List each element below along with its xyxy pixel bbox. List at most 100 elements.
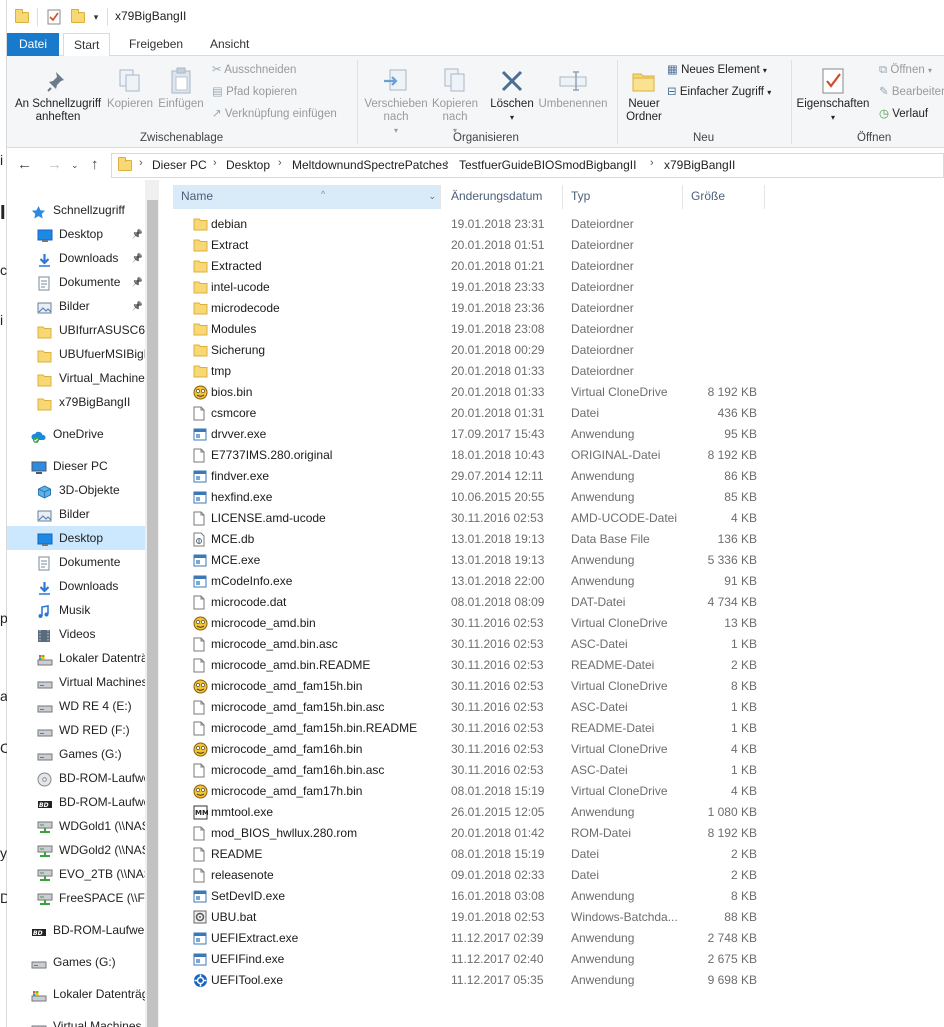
delete-button[interactable]: Löschen ▾ (485, 66, 539, 124)
column-header-name[interactable]: Name ^ ⌄ (173, 185, 441, 209)
nav-item[interactable]: OneDrive (7, 422, 145, 446)
copy-button[interactable]: Kopieren (105, 66, 155, 111)
history-button[interactable]: ◷ Verlauf (879, 104, 928, 124)
paste-shortcut-button[interactable]: ↗ Verknüpfung einfügen (212, 104, 337, 124)
tab-ansicht[interactable]: Ansicht (200, 33, 259, 56)
file-row[interactable]: microdecode 19.01.2018 23:36 Dateiordner (159, 298, 944, 319)
breadcrumb-item[interactable]: x79BigBangII (664, 158, 735, 172)
file-row[interactable]: csmcore 20.01.2018 01:31 Datei 436 KB (159, 403, 944, 424)
file-row[interactable]: microcode_amd_fam16h.bin.asc 30.11.2016 0… (159, 760, 944, 781)
pin-quick-access-button[interactable]: An Schnellzugriff anheften (9, 66, 107, 124)
file-row[interactable]: findver.exe 29.07.2014 12:11 Anwendung 86 K… (159, 466, 944, 487)
easy-access-button[interactable]: ⊟ Einfacher Zugriff ▾ (667, 82, 771, 102)
nav-item[interactable]: Downloads (7, 574, 145, 598)
breadcrumb-item[interactable]: MeltdownundSpectrePatches (292, 158, 448, 172)
nav-item[interactable]: FreeSPACE (\\Fre (7, 886, 145, 910)
file-row[interactable]: microcode_amd_fam15h.bin.README 30.11.201… (159, 718, 944, 739)
file-row[interactable]: mCodeInfo.exe 13.01.2018 22:00 Anwendung 91… (159, 571, 944, 592)
recent-locations-chevron-icon[interactable]: ⌄ (71, 160, 79, 171)
breadcrumb-separator-icon[interactable]: › (278, 157, 282, 169)
back-arrow-icon[interactable]: ← (17, 156, 32, 173)
file-row[interactable]: microcode.dat 08.01.2018 08:09 DAT-Datei 4 … (159, 592, 944, 613)
file-row[interactable]: Extracted 20.01.2018 01:21 Dateiordner (159, 256, 944, 277)
nav-item[interactable]: Bilder (7, 502, 145, 526)
nav-item[interactable]: Videos (7, 622, 145, 646)
breadcrumb-separator-icon[interactable]: › (213, 157, 217, 169)
file-row[interactable]: tmp 20.01.2018 01:33 Dateiordner (159, 361, 944, 382)
properties-quick-icon[interactable] (45, 8, 63, 26)
file-row[interactable]: Sicherung 20.01.2018 00:29 Dateiordner (159, 340, 944, 361)
nav-item[interactable]: Games (G:) (7, 950, 145, 974)
file-row[interactable]: UBU.bat 19.01.2018 02:53 Windows-Batchda..… (159, 907, 944, 928)
breadcrumb-separator-icon[interactable]: › (650, 157, 654, 169)
nav-item[interactable]: Musik (7, 598, 145, 622)
file-row[interactable]: microcode_amd_fam16h.bin 30.11.2016 02:53… (159, 739, 944, 760)
file-row[interactable]: microcode_amd_fam15h.bin.asc 30.11.2016 0… (159, 697, 944, 718)
nav-item[interactable]: WDGold1 (\\NAS (7, 814, 145, 838)
nav-item[interactable]: WDGold2 (\\NAS (7, 838, 145, 862)
cut-button[interactable]: ✂ Ausschneiden (212, 60, 296, 80)
properties-button[interactable]: Eigenschaften ▾ (793, 66, 873, 124)
nav-item[interactable]: Dokumente 📌 (7, 270, 145, 294)
column-header-size[interactable]: Größe (683, 185, 765, 209)
tab-datei[interactable]: Datei (7, 33, 59, 56)
column-filter-chevron-icon[interactable]: ⌄ (428, 185, 436, 207)
tab-freigeben[interactable]: Freigeben (119, 33, 193, 56)
nav-item[interactable]: WD RED (F:) (7, 718, 145, 742)
file-row[interactable]: README 08.01.2018 15:19 Datei 2 KB (159, 844, 944, 865)
quick-access-dropdown-icon[interactable]: ▾ (89, 8, 103, 26)
up-arrow-icon[interactable]: ↑ (91, 156, 99, 173)
nav-scrollbar-thumb[interactable] (147, 200, 158, 1027)
file-row[interactable]: microcode_amd_fam15h.bin 30.11.2016 02:53… (159, 676, 944, 697)
paste-button[interactable]: Einfügen (155, 66, 207, 111)
column-header-date[interactable]: Änderungsdatum (443, 185, 563, 209)
file-row[interactable]: SetDevID.exe 16.01.2018 03:08 Anwendung 8 K… (159, 886, 944, 907)
breadcrumb-item[interactable]: TestfuerGuideBIOSmodBigbangII (459, 158, 636, 172)
file-row[interactable]: microcode_amd.bin 30.11.2016 02:53 Virtual… (159, 613, 944, 634)
nav-item[interactable]: Desktop (7, 526, 145, 550)
file-row[interactable]: UEFIFind.exe 11.12.2017 02:40 Anwendung 2 6… (159, 949, 944, 970)
nav-item[interactable]: BD-ROM-Laufwe (7, 766, 145, 790)
breadcrumb-item[interactable]: Desktop (226, 158, 270, 172)
nav-item[interactable]: Virtual_Machine (7, 366, 145, 390)
nav-item[interactable]: Downloads 📌 (7, 246, 145, 270)
copy-to-button[interactable]: Kopieren nach ▾ (429, 66, 481, 137)
nav-item[interactable]: UBUfuerMSIBigB (7, 342, 145, 366)
nav-item[interactable]: Schnellzugriff (7, 198, 145, 222)
file-row[interactable]: microcode_amd_fam17h.bin 08.01.2018 15:19… (159, 781, 944, 802)
file-row[interactable]: Extract 20.01.2018 01:51 Dateiordner (159, 235, 944, 256)
edit-button[interactable]: ✎ Bearbeiten (879, 82, 944, 102)
file-row[interactable]: mod_BIOS_hwllux.280.rom 20.01.2018 01:42 R… (159, 823, 944, 844)
nav-item[interactable]: UBIfurrASUSC61... (7, 318, 145, 342)
file-row[interactable]: hexfind.exe 10.06.2015 20:55 Anwendung 85 K… (159, 487, 944, 508)
address-box[interactable]: › Dieser PC › Desktop › MeltdownundSpect… (111, 153, 944, 178)
file-row[interactable]: UEFIExtract.exe 11.12.2017 02:39 Anwendung… (159, 928, 944, 949)
file-row[interactable]: microcode_amd.bin.asc 30.11.2016 02:53 ASC… (159, 634, 944, 655)
copy-path-button[interactable]: ▤ Pfad kopieren (212, 82, 297, 102)
breadcrumb-item[interactable]: Dieser PC (152, 158, 207, 172)
column-header-type[interactable]: Typ (563, 185, 683, 209)
file-row[interactable]: E7737IMS.280.original 18.01.2018 10:43 ORI… (159, 445, 944, 466)
nav-item[interactable]: Virtual Machines (7, 670, 145, 694)
open-button[interactable]: ⧉ Öffnen ▾ (879, 60, 932, 80)
rename-button[interactable]: Umbenennen (537, 66, 609, 111)
file-row[interactable]: intel-ucode 19.01.2018 23:33 Dateiordner (159, 277, 944, 298)
tab-start[interactable]: Start (63, 33, 111, 57)
file-row[interactable]: LICENSE.amd-ucode 30.11.2016 02:53 AMD-UCO… (159, 508, 944, 529)
nav-item[interactable]: x79BigBangII (7, 390, 145, 414)
file-row[interactable]: Modules 19.01.2018 23:08 Dateiordner (159, 319, 944, 340)
nav-item[interactable]: Dieser PC (7, 454, 145, 478)
nav-item[interactable]: 3D-Objekte (7, 478, 145, 502)
nav-item[interactable]: Lokaler Datenträ (7, 646, 145, 670)
file-row[interactable]: debian 19.01.2018 23:31 Dateiordner (159, 214, 944, 235)
file-row[interactable]: bios.bin 20.01.2018 01:33 Virtual CloneDri… (159, 382, 944, 403)
file-row[interactable]: MM mmtool.exe 26.01.2015 12:05 Anwendung 1 0… (159, 802, 944, 823)
file-row[interactable]: microcode_amd.bin.README 30.11.2016 02:53… (159, 655, 944, 676)
file-row[interactable]: drvver.exe 17.09.2017 15:43 Anwendung 95 KB (159, 424, 944, 445)
nav-item[interactable]: Virtual Machines ( (7, 1014, 145, 1027)
nav-item[interactable]: BD BD-ROM-Laufwer (7, 918, 145, 942)
nav-item[interactable]: Bilder 📌 (7, 294, 145, 318)
breadcrumb-separator-icon[interactable]: › (139, 157, 143, 169)
file-row[interactable]: UEFITool.exe 11.12.2017 05:35 Anwendung 9 6… (159, 970, 944, 991)
nav-item[interactable]: Desktop 📌 (7, 222, 145, 246)
